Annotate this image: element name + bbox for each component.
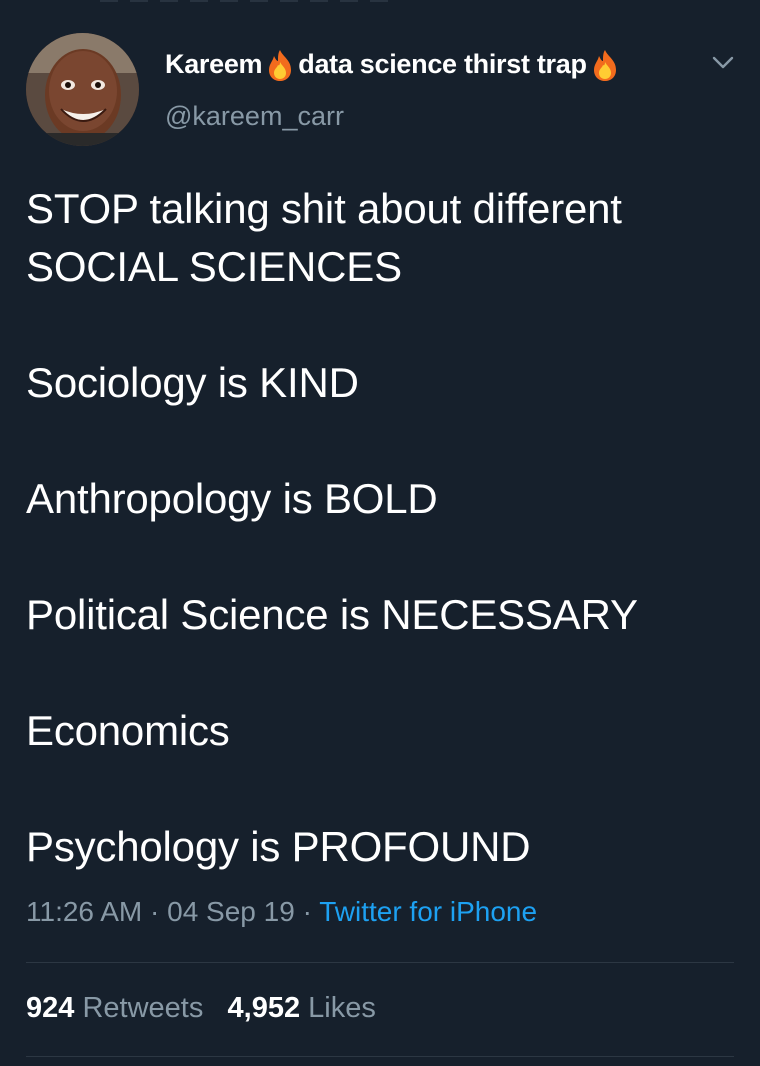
likes-stat[interactable]: 4,952 Likes (228, 992, 376, 1024)
author-display-name[interactable]: Kareem data science thirst trap (165, 47, 623, 81)
likes-count: 4,952 (227, 992, 301, 1024)
author-handle[interactable]: @kareem_carr (165, 101, 344, 132)
cut-off-header (100, 0, 400, 2)
retweets-stat[interactable]: 924 Retweets (26, 992, 203, 1024)
fire-icon (593, 50, 616, 81)
retweets-count: 924 (26, 992, 75, 1024)
retweets-label: Retweets (82, 992, 204, 1024)
tweet-line: STOP talking shit about different (26, 185, 622, 232)
tweet-detail-view: Kareem data science thirst trap @kareem_… (0, 0, 760, 1066)
tweet-metadata: 11:26 AM · 04 Sep 19 · Twitter for iPhon… (26, 896, 537, 928)
divider (26, 1056, 734, 1057)
meta-separator: · (302, 896, 312, 927)
tweet-line: SOCIAL SCIENCES (26, 243, 402, 290)
avatar-portrait (26, 33, 139, 146)
fire-icon (269, 50, 292, 81)
tweet-line: Psychology is PROFOUND (26, 823, 531, 870)
tweet-line: Political Science is NECESSARY (26, 591, 638, 638)
likes-label: Likes (308, 992, 376, 1024)
tweet-time: 11:26 AM (26, 896, 143, 927)
display-name-part2: data science thirst trap (298, 48, 587, 79)
tweet-text: STOP talking shit about different SOCIAL… (26, 180, 746, 876)
divider (26, 962, 734, 963)
avatar[interactable] (26, 33, 139, 146)
meta-separator: · (150, 896, 160, 927)
tweet-date: 04 Sep 19 (167, 896, 295, 927)
tweet-line: Economics (26, 707, 230, 754)
chevron-down-icon[interactable] (711, 54, 735, 72)
display-name-part1: Kareem (165, 48, 263, 79)
tweet-line: Anthropology is BOLD (26, 475, 438, 522)
tweet-line: Sociology is KIND (26, 359, 359, 406)
tweet-source-link[interactable]: Twitter for iPhone (319, 896, 537, 927)
tweet-stats: 924 Retweets 4,952 Likes (26, 992, 376, 1025)
